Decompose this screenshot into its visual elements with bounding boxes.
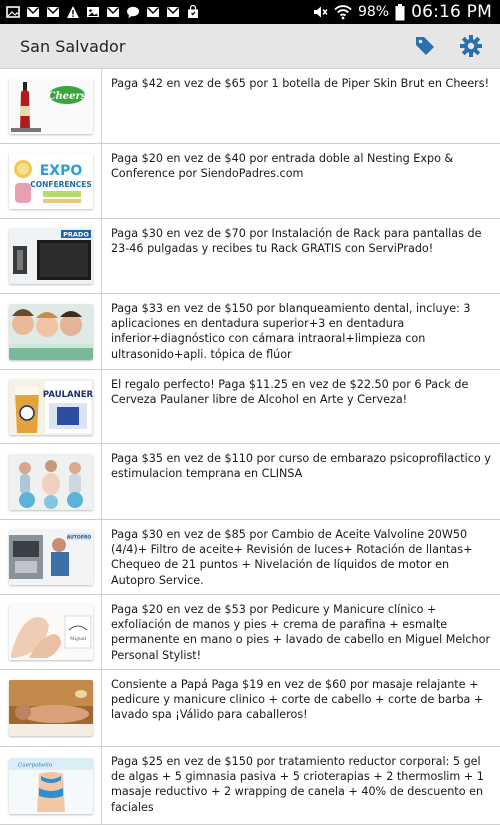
deal-text: Paga $42 en vez de $65 por 1 botella de …: [111, 77, 490, 90]
deal-item[interactable]: Cuerpobello Paga $25 en vez de $150 por …: [0, 747, 500, 825]
gear-icon[interactable]: [458, 33, 484, 59]
warning-icon: [67, 6, 79, 18]
deal-item[interactable]: Miguel Paga $20 en vez de $53 por Pedicu…: [0, 595, 500, 670]
pregnancy-course-image: [8, 453, 93, 510]
deal-text: Consiente a Papá Paga $19 en vez de $60 …: [111, 678, 484, 722]
deals-list: Cheers Paga $42 en vez de $65 por 1 bote…: [0, 69, 500, 825]
deal-text: Paga $20 en vez de $53 por Pedicure y Ma…: [111, 603, 491, 662]
action-bar: San Salvador: [0, 24, 500, 69]
bag-icon: [188, 5, 198, 18]
svg-text:PRADO: PRADO: [63, 231, 89, 239]
dental-smiles-image: [8, 303, 93, 360]
deal-text: Paga $33 en vez de $150 por blanqueamien…: [111, 302, 471, 361]
city-title[interactable]: San Salvador: [20, 37, 125, 56]
svg-text:PAULANER: PAULANER: [42, 390, 92, 400]
expo-conferences-image: EXPO CONFERENCES: [8, 153, 93, 209]
deal-item[interactable]: AUTOPRO Paga $30 en vez de $85 por Cambi…: [0, 520, 500, 595]
deal-item[interactable]: PAULANER El regalo perfecto! Paga $11.25…: [0, 370, 500, 444]
svg-text:Cuerpobello: Cuerpobello: [17, 762, 52, 768]
status-bar: 98% 06:16 PM: [0, 0, 500, 24]
deal-text: El regalo perfecto! Paga $11.25 en vez d…: [111, 378, 469, 407]
battery-icon: [395, 3, 405, 20]
gmail-icon: [167, 7, 179, 17]
svg-text:CONFERENCES: CONFERENCES: [30, 180, 92, 189]
deal-item[interactable]: EXPO CONFERENCES Paga $20 en vez de $40 p…: [0, 144, 500, 219]
tag-icon[interactable]: [412, 33, 438, 59]
wifi-icon: [334, 5, 352, 20]
gmail-icon: [107, 7, 119, 17]
gmail-icon: [147, 7, 159, 17]
deal-text: Paga $30 en vez de $85 por Cambio de Ace…: [111, 528, 473, 587]
deal-text: Paga $30 en vez de $70 por Instalación d…: [111, 227, 482, 256]
deal-text: Paga $25 en vez de $150 por tratamiento …: [111, 755, 484, 814]
svg-text:Miguel: Miguel: [70, 636, 86, 642]
deal-text: Paga $35 en vez de $110 por curso de emb…: [111, 452, 491, 481]
chat-icon: [127, 6, 139, 18]
gallery-icon: [87, 7, 99, 17]
deal-text: Paga $20 en vez de $40 por entrada doble…: [111, 152, 454, 181]
mute-icon: [313, 6, 328, 18]
body-treatment-image: Cuerpobello: [8, 757, 93, 814]
notification-icons: [0, 5, 200, 19]
deal-item[interactable]: Consiente a Papá Paga $19 en vez de $60 …: [0, 670, 500, 747]
svg-text:Cheers: Cheers: [47, 91, 86, 102]
paulaner-beer-image: PAULANER: [8, 378, 93, 435]
prado-tv-rack-image: PRADO: [8, 228, 93, 284]
photo-icon: [6, 6, 20, 18]
svg-text:EXPO: EXPO: [39, 163, 82, 179]
cheers-wine-image: Cheers: [8, 78, 93, 134]
spa-massage-image: [8, 680, 93, 736]
autopro-mechanic-image: AUTOPRO: [8, 529, 93, 585]
svg-text:AUTOPRO: AUTOPRO: [66, 535, 91, 541]
gmail-icon: [47, 7, 59, 17]
pedicure-feet-image: Miguel: [8, 604, 93, 660]
gmail-icon: [27, 7, 39, 17]
system-status: 98% 06:16 PM: [312, 2, 500, 22]
battery-percent: 98%: [357, 4, 390, 20]
clock: 06:16 PM: [411, 2, 492, 22]
deal-item[interactable]: Cheers Paga $42 en vez de $65 por 1 bote…: [0, 69, 500, 144]
deal-item[interactable]: Paga $35 en vez de $110 por curso de emb…: [0, 444, 500, 520]
deal-item[interactable]: Paga $33 en vez de $150 por blanqueamien…: [0, 294, 500, 370]
deal-item[interactable]: PRADO Paga $30 en vez de $70 por Instala…: [0, 219, 500, 294]
